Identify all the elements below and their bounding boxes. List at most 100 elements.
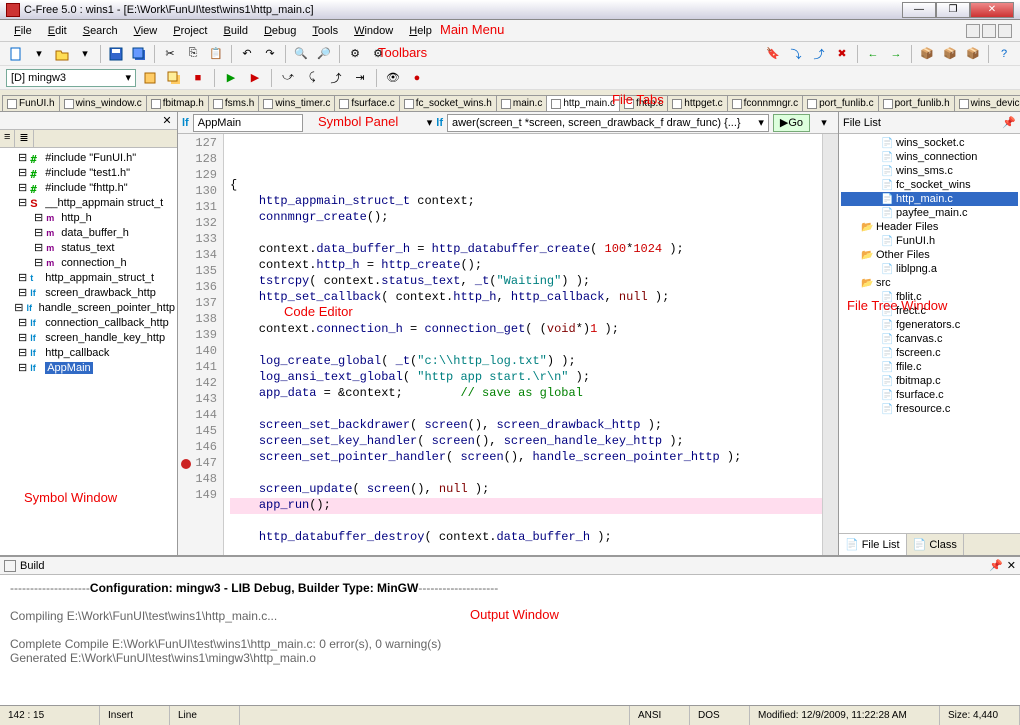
symbol-node[interactable]: ⊟ mhttp_h [2, 210, 175, 225]
mdi-restore-icon[interactable] [982, 24, 996, 38]
file-tab[interactable]: wins_timer.c [258, 95, 335, 111]
symbol-node[interactable]: ⊟ mstatus_text [2, 240, 175, 255]
watch-icon[interactable]: 👁 [383, 68, 403, 88]
menu-search[interactable]: Search [77, 23, 124, 39]
filetree-node[interactable]: wins_sms.c [841, 164, 1018, 178]
filetree-node[interactable]: Header Files [841, 220, 1018, 234]
filetree-node[interactable]: fblit.c [841, 290, 1018, 304]
editor-vscroll[interactable] [822, 134, 838, 555]
open-icon[interactable] [52, 44, 72, 64]
paste-icon[interactable]: 📋 [206, 44, 226, 64]
symbol-node[interactable]: ⊟ ##include "test1.h" [2, 165, 175, 180]
filetree-node[interactable]: payfee_main.c [841, 206, 1018, 220]
filetree-node[interactable]: wins_socket.c [841, 136, 1018, 150]
file-tab[interactable]: fbitmap.h [146, 95, 209, 111]
open-dropdown-icon[interactable]: ▾ [75, 44, 95, 64]
symbol-node[interactable]: ⊟ S__http_appmain struct_t [2, 195, 175, 210]
symbol-left-combo[interactable]: AppMain [193, 114, 303, 132]
minimize-button[interactable]: — [902, 2, 936, 18]
new-file-icon[interactable] [6, 44, 26, 64]
filetree-node[interactable]: fc_socket_wins [841, 178, 1018, 192]
file-tab[interactable]: http_main.c [546, 95, 620, 111]
symbol-node[interactable]: ⊟ mconnection_h [2, 255, 175, 270]
symbol-node[interactable]: ⊟ mdata_buffer_h [2, 225, 175, 240]
bookmark-clear-icon[interactable]: ✖ [832, 44, 852, 64]
file-tab[interactable]: httpget.c [667, 95, 727, 111]
find-files-icon[interactable]: 🔎 [314, 44, 334, 64]
menu-edit[interactable]: Edit [42, 23, 73, 39]
copy-icon[interactable]: ⎘ [183, 44, 203, 64]
filetree-node[interactable]: wins_connection [841, 150, 1018, 164]
menu-build[interactable]: Build [218, 23, 254, 39]
filetree-node[interactable]: fsurface.c [841, 388, 1018, 402]
file-tab[interactable]: main.c [496, 95, 547, 111]
file-tab[interactable]: fsms.h [208, 95, 259, 111]
menu-project[interactable]: Project [167, 23, 213, 39]
file-tab[interactable]: wins_window.c [59, 95, 147, 111]
symbol-node[interactable]: ⊟ lfscreen_drawback_http [2, 285, 175, 300]
mdi-minimize-icon[interactable] [966, 24, 980, 38]
run-icon[interactable]: ▶ [221, 68, 241, 88]
output-pin-icon[interactable]: 📌 [989, 559, 1003, 572]
output-close-icon[interactable]: ✕ [1007, 559, 1016, 572]
code-area[interactable]: Code Editor { http_appmain_struct_t cont… [224, 134, 822, 555]
find-icon[interactable]: 🔍 [291, 44, 311, 64]
menu-window[interactable]: Window [348, 23, 399, 39]
nav-back-icon[interactable]: ← [863, 44, 883, 64]
menu-help[interactable]: Help [403, 23, 438, 39]
symbol-node[interactable]: ⊟ lfhandle_screen_pointer_http [2, 300, 175, 315]
file-tab[interactable]: fconnmngr.c [727, 95, 803, 111]
symbol-node[interactable]: ⊟ lfconnection_callback_http [2, 315, 175, 330]
undo-icon[interactable]: ↶ [237, 44, 257, 64]
project2-icon[interactable]: 📦 [940, 44, 960, 64]
symbol-right-combo[interactable]: awer(screen_t *screen, screen_drawback_f… [447, 114, 769, 132]
symbol-tab-1[interactable]: ≡ [0, 130, 15, 147]
sympanel-more-icon[interactable]: ▾ [814, 113, 834, 133]
project-icon[interactable]: 📦 [917, 44, 937, 64]
nav-fwd-icon[interactable]: → [886, 44, 906, 64]
bookmark-icon[interactable]: 🔖 [763, 44, 783, 64]
menu-tools[interactable]: Tools [306, 23, 344, 39]
build-all-icon[interactable] [164, 68, 184, 88]
tool-icon[interactable]: ⚙ [345, 44, 365, 64]
save-all-icon[interactable] [129, 44, 149, 64]
close-button[interactable]: ✕ [970, 2, 1014, 18]
filetree-node[interactable]: src [841, 276, 1018, 290]
redo-icon[interactable]: ↷ [260, 44, 280, 64]
filetree-node[interactable]: fresource.c [841, 402, 1018, 416]
filetree-tab[interactable]: 📄Class [907, 534, 964, 555]
tool2-icon[interactable]: ⚙ [368, 44, 388, 64]
run-to-icon[interactable]: ⇥ [350, 68, 370, 88]
menu-view[interactable]: View [128, 23, 164, 39]
go-button[interactable]: ▶ Go [773, 114, 810, 132]
symbol-node[interactable]: ⊟ lfscreen_handle_key_http [2, 330, 175, 345]
menu-file[interactable]: File [8, 23, 38, 39]
new-dropdown-icon[interactable]: ▾ [29, 44, 49, 64]
file-tab[interactable]: port_funlib.h [878, 95, 955, 111]
filetree-pin-icon[interactable]: 📌 [1002, 116, 1016, 130]
bookmark-next-icon[interactable]: ⤵ [786, 44, 806, 64]
maximize-button[interactable]: ❐ [936, 2, 970, 18]
file-tab[interactable]: fsurface.c [334, 95, 399, 111]
file-tab[interactable]: port_funlib.c [802, 95, 878, 111]
filetree-node[interactable]: fcanvas.c [841, 332, 1018, 346]
symbol-node[interactable]: ⊟ lfhttp_callback [2, 345, 175, 360]
symbol-node[interactable]: ⊟ lfAppMain [2, 360, 175, 375]
save-icon[interactable] [106, 44, 126, 64]
symbol-close-icon[interactable]: ✕ [160, 114, 174, 128]
filetree-node[interactable]: fscreen.c [841, 346, 1018, 360]
file-tab[interactable]: fc_socket_wins.h [399, 95, 497, 111]
step-into-icon[interactable]: ⤹ [302, 68, 322, 88]
filetree-node[interactable]: http_main.c [841, 192, 1018, 206]
output-body[interactable]: Output Window --------------------Config… [0, 575, 1020, 705]
file-tab[interactable]: FunUI.h [2, 95, 60, 111]
filetree-node[interactable]: ffile.c [841, 360, 1018, 374]
cut-icon[interactable]: ✂ [160, 44, 180, 64]
breakpoint-icon[interactable]: ● [407, 68, 427, 88]
file-tab[interactable]: wins_device.c [954, 95, 1020, 111]
symbol-node[interactable]: ⊟ ##include "FunUI.h" [2, 150, 175, 165]
filetree-node[interactable]: FunUI.h [841, 234, 1018, 248]
debug-icon[interactable]: ▶ [245, 68, 265, 88]
filetree-node[interactable]: fgenerators.c [841, 318, 1018, 332]
filetree-node[interactable]: liblpng.a [841, 262, 1018, 276]
